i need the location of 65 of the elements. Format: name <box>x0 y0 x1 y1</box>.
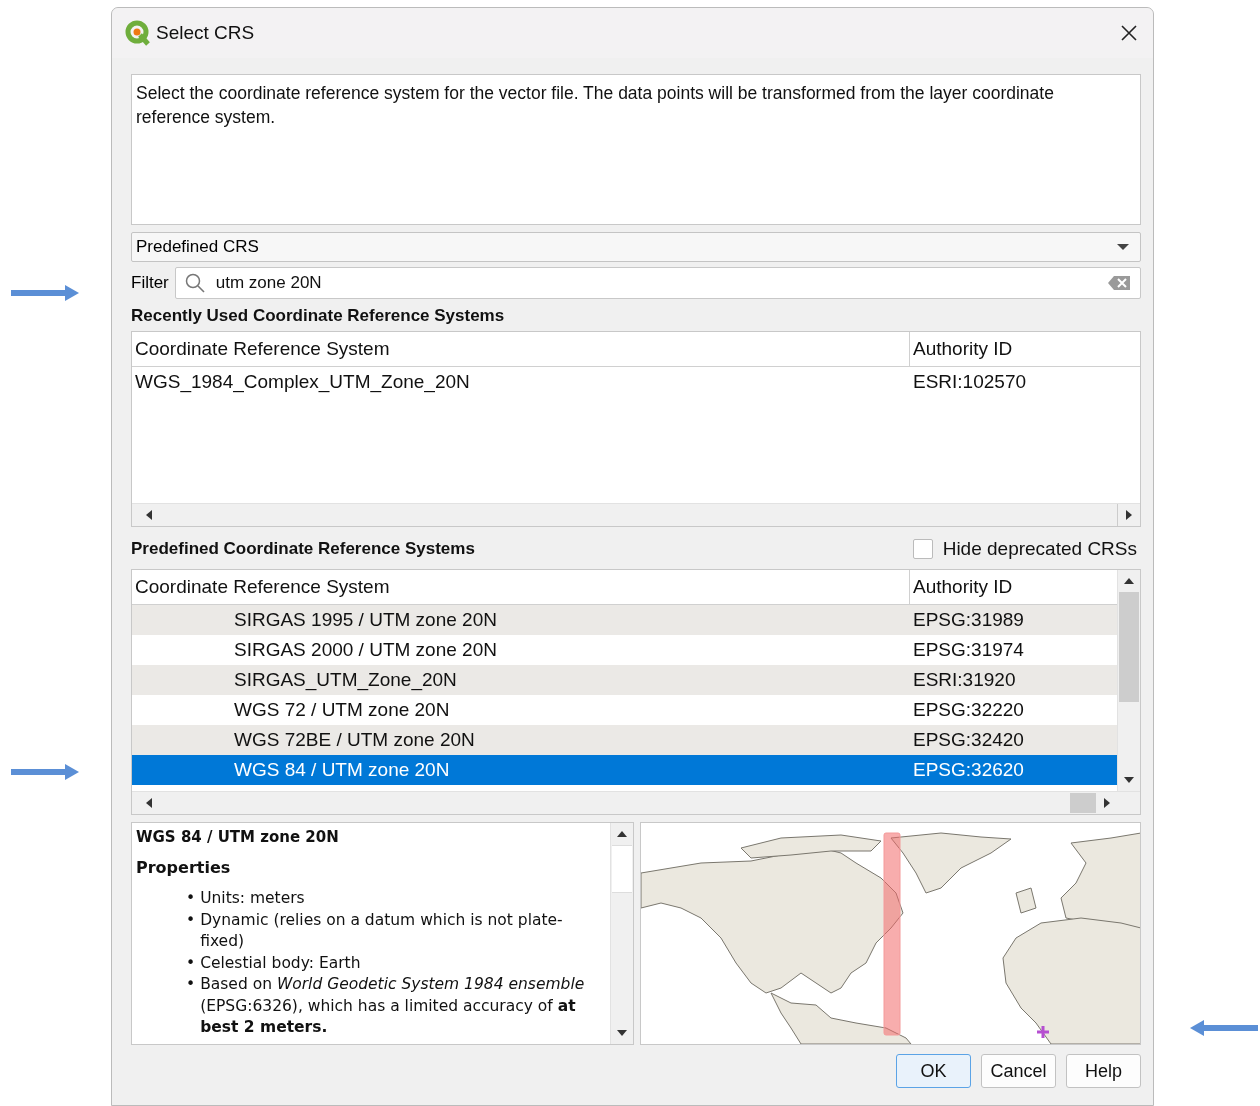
caret-icon <box>1116 243 1130 251</box>
table-row[interactable]: SIRGAS 1995 / UTM zone 20N EPSG:31989 <box>132 605 1117 635</box>
property-item: Units: meters <box>200 888 306 909</box>
column-header[interactable]: Authority ID <box>910 570 1016 604</box>
app-logo-icon <box>125 20 151 46</box>
table-cell-text: EPSG:32420 <box>912 729 1025 751</box>
table-cell-text: ESRI:102570 <box>912 371 1028 393</box>
bullet: • <box>186 974 196 995</box>
filter-label: Filter <box>131 273 169 293</box>
crs-title: WGS 84 / UTM zone 20N <box>136 827 340 847</box>
vertical-scrollbar[interactable] <box>1117 570 1140 791</box>
section-heading: Predefined Coordinate Reference Systems <box>131 539 476 559</box>
table-row[interactable]: WGS 84 / UTM zone 20N EPSG:32620 <box>132 755 1117 785</box>
dialog-button[interactable]: Help <box>1066 1054 1141 1088</box>
scroll-left-icon <box>144 797 154 809</box>
table-cell-text: WGS 72 / UTM zone 20N <box>233 699 451 721</box>
table-cell-text: SIRGAS 2000 / UTM zone 20N <box>233 639 498 661</box>
table-cell-text: SIRGAS_UTM_Zone_20N <box>233 669 458 691</box>
arrow-icon <box>9 763 79 781</box>
bullet: • <box>186 952 196 974</box>
table-row[interactable]: SIRGAS_UTM_Zone_20N ESRI:31920 <box>132 665 1117 695</box>
dialog-button[interactable]: OK <box>896 1054 971 1088</box>
dialog-button[interactable]: Cancel <box>981 1054 1056 1088</box>
table-cell-text: EPSG:32220 <box>912 699 1025 721</box>
property-item: Celestial body: Earth <box>200 952 362 974</box>
scroll-down-icon <box>616 1028 628 1038</box>
scroll-right-icon <box>1124 509 1134 521</box>
vertical-scrollbar[interactable] <box>610 823 633 1044</box>
table-cell-text: WGS 72BE / UTM zone 20N <box>233 729 476 751</box>
scrollbar-thumb[interactable] <box>1119 592 1139 702</box>
description-text: Select the coordinate reference system for the vector file. The data points will be transformed from the layer coordinate reference system. <box>131 74 1141 225</box>
scrollbar-thumb[interactable] <box>1070 793 1096 813</box>
scroll-up-icon <box>616 829 628 839</box>
window-title: Select CRS <box>156 22 255 44</box>
column-header[interactable]: Authority ID <box>910 332 1016 366</box>
property-item: Dynamic (relies on a datum which is not plate-fixed) <box>200 909 564 952</box>
table-cell-text: WGS_1984_Complex_UTM_Zone_20N <box>134 371 471 393</box>
scroll-left-icon <box>144 509 154 521</box>
checkbox-label: Hide deprecated CRSs <box>942 538 1137 560</box>
arrow-icon <box>1190 1019 1260 1037</box>
scrollbar-thumb[interactable] <box>612 845 632 893</box>
properties-heading: Properties <box>136 857 232 879</box>
table-cell-text: EPSG:31974 <box>912 639 1025 661</box>
table-cell-text: WGS 84 / UTM zone 20N <box>233 759 451 781</box>
scroll-up-icon <box>1123 576 1135 586</box>
table-row[interactable]: WGS 72BE / UTM zone 20N EPSG:32420 <box>132 725 1117 755</box>
scroll-right-icon <box>1102 797 1112 809</box>
crs-type-dropdown[interactable]: Predefined CRS <box>131 232 1141 262</box>
clear-icon <box>1107 275 1131 291</box>
table-cell-text: ESRI:31920 <box>912 669 1017 691</box>
table-cell-text: EPSG:32620 <box>912 759 1025 781</box>
checkbox[interactable] <box>912 539 933 559</box>
table-cell-text: EPSG:31989 <box>912 609 1025 631</box>
table-cell-text: SIRGAS 1995 / UTM zone 20N <box>233 609 498 631</box>
scroll-down-icon <box>1123 775 1135 785</box>
arrow-icon <box>9 284 79 302</box>
horizontal-scrollbar[interactable] <box>132 503 1140 526</box>
column-header[interactable]: Coordinate Reference System <box>132 332 910 366</box>
bullet: • <box>186 888 196 909</box>
section-heading: Recently Used Coordinate Reference Systems <box>131 306 506 327</box>
column-header[interactable]: Coordinate Reference System <box>132 570 910 604</box>
bullet: • <box>186 909 196 931</box>
property-item: Based on World Geodetic System 1984 ensemble (EPSG:6326), which has a limited accuracy of at best 2 meters. <box>200 974 586 1038</box>
filter-field[interactable]: utm zone 20N <box>174 267 1141 299</box>
horizontal-scrollbar[interactable] <box>132 791 1140 814</box>
